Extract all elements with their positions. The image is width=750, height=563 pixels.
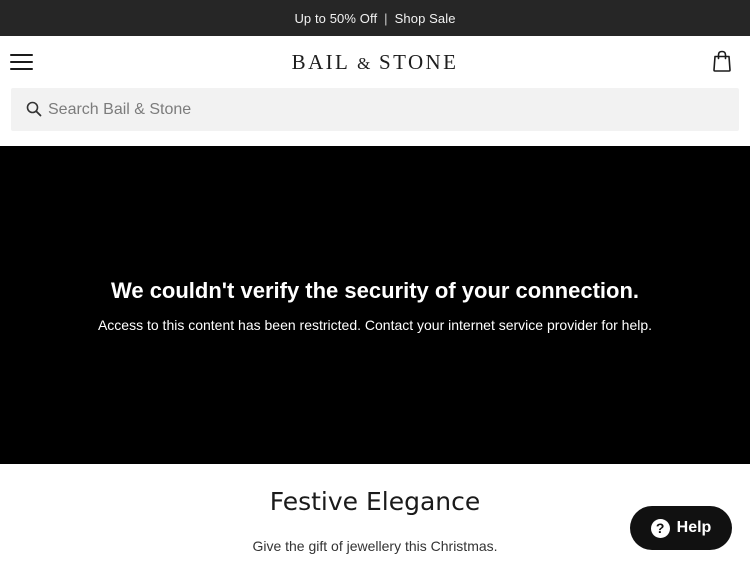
help-button[interactable]: ? Help xyxy=(630,506,732,550)
logo-ampersand: & xyxy=(357,54,372,73)
logo-link[interactable]: BAIL & STONE xyxy=(292,50,459,74)
promo-offer-text: Up to 50% Off xyxy=(294,10,378,26)
logo-word-stone: STONE xyxy=(379,50,459,74)
site-header: BAIL & STONE xyxy=(0,36,750,88)
error-message: Access to this content has been restrict… xyxy=(97,317,653,333)
logo-word-bail: BAIL xyxy=(291,50,350,74)
search-input[interactable] xyxy=(48,88,728,131)
search-bar xyxy=(11,88,739,131)
site-logo[interactable]: BAIL & STONE xyxy=(0,50,750,75)
promo-bar: Up to 50% Off | Shop Sale xyxy=(0,0,750,36)
promo-separator: | xyxy=(384,10,388,26)
shopping-bag-icon[interactable] xyxy=(712,50,732,72)
error-panel: We couldn't verify the security of your … xyxy=(0,146,750,464)
help-label: Help xyxy=(676,519,712,536)
search-icon[interactable] xyxy=(26,101,42,117)
shop-sale-link[interactable]: Shop Sale xyxy=(395,11,456,26)
error-title: We couldn't verify the security of your … xyxy=(110,278,640,303)
help-question-icon: ? xyxy=(650,518,670,538)
